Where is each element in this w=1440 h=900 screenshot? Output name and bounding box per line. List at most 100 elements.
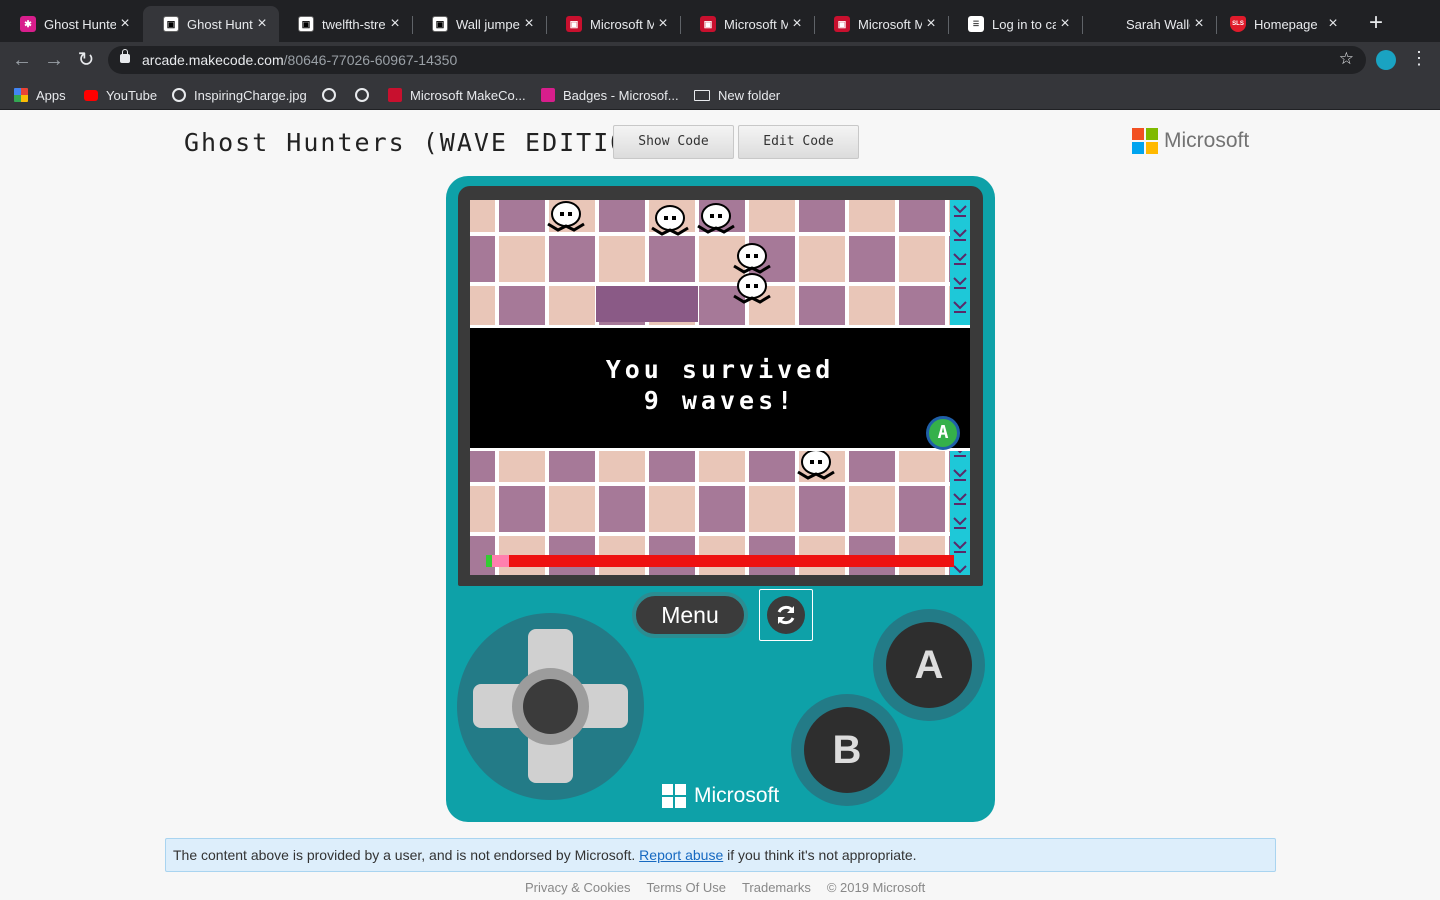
tab-3[interactable]: ▣ twelfth-strea × xyxy=(278,6,412,42)
ghost-sprite xyxy=(733,273,771,304)
trademarks-link[interactable]: Trademarks xyxy=(742,880,811,895)
tab-title: Microsoft Ma xyxy=(724,16,788,32)
tab-1[interactable]: ✱ Ghost Hunte × xyxy=(0,6,142,42)
microsoft-grid-icon xyxy=(1132,128,1158,154)
new-tab-button[interactable]: + xyxy=(1364,11,1388,36)
bookmark-globe-1[interactable] xyxy=(322,86,344,104)
microsoft-wordmark: Microsoft xyxy=(1164,129,1250,152)
globe-icon xyxy=(172,88,186,102)
back-button[interactable]: ← xyxy=(10,48,34,72)
bookmark-globe-2[interactable] xyxy=(355,86,377,104)
bookmark-label: Badges - Microsof... xyxy=(563,87,679,103)
blank-icon xyxy=(1102,16,1118,32)
tab-6[interactable]: ▣ Microsoft Ma × xyxy=(680,6,814,42)
makecode-red-icon: ▣ xyxy=(700,16,716,32)
makecode-icon: ▣ xyxy=(298,16,314,32)
edit-code-button[interactable]: Edit Code xyxy=(738,125,859,159)
tab-title: Wall jumper xyxy=(456,16,520,32)
globe-icon xyxy=(322,88,336,102)
close-icon[interactable]: × xyxy=(253,15,271,33)
profile-avatar[interactable] xyxy=(1376,50,1396,70)
tab-title: Log in to can xyxy=(992,16,1056,32)
youtube-icon xyxy=(84,89,98,101)
bookmarks-bar: Apps YouTube InspiringCharge.jpg Microso… xyxy=(0,78,1440,110)
reload-button[interactable]: ↻ xyxy=(74,48,98,72)
bookmark-apps[interactable]: Apps xyxy=(14,86,66,104)
close-icon[interactable]: × xyxy=(788,15,806,33)
b-button[interactable]: B xyxy=(804,707,890,793)
bookmark-badges[interactable]: Badges - Microsof... xyxy=(541,86,679,104)
bookmark-label: YouTube xyxy=(106,87,158,103)
tab-7[interactable]: ▣ Microsoft Ma × xyxy=(814,6,948,42)
bookmark-inspiringcharge[interactable]: InspiringCharge.jpg xyxy=(172,86,307,104)
show-code-button[interactable]: Show Code xyxy=(613,125,734,159)
url-text[interactable]: arcade.makecode.com/80646-77026-60967-14… xyxy=(142,52,457,68)
tab-title: Ghost Hunte xyxy=(187,16,253,32)
bookmark-new-folder[interactable]: New folder xyxy=(694,86,780,104)
close-icon[interactable]: × xyxy=(922,15,940,33)
makecode-red-icon: ▣ xyxy=(834,16,850,32)
bookmark-label: New folder xyxy=(718,87,781,103)
bookmark-label: InspiringCharge.jpg xyxy=(194,87,307,103)
close-icon[interactable]: × xyxy=(520,15,538,33)
terms-link[interactable]: Terms Of Use xyxy=(646,880,725,895)
close-icon[interactable]: × xyxy=(116,15,134,33)
menu-button[interactable]: Menu xyxy=(632,592,748,638)
canvas-icon: ☰ xyxy=(968,16,984,32)
footer: Privacy & Cookies Terms Of Use Trademark… xyxy=(525,880,925,895)
makecode-red-icon: ▣ xyxy=(566,16,582,32)
message-line-2: 9 waves! xyxy=(643,386,797,415)
privacy-link[interactable]: Privacy & Cookies xyxy=(525,880,630,895)
bookmark-star-icon[interactable]: ☆ xyxy=(1339,49,1354,69)
address-bar[interactable]: arcade.makecode.com/80646-77026-60967-14… xyxy=(108,46,1366,74)
close-icon[interactable]: × xyxy=(654,15,672,33)
game-over-message: You survived 9 waves! xyxy=(470,354,970,416)
globe-icon xyxy=(355,88,369,102)
ghost-sprite xyxy=(697,203,735,234)
folder-icon xyxy=(694,89,710,101)
game-over-dialog: You survived 9 waves! A xyxy=(470,325,970,451)
bookmark-label: Microsoft MakeCo... xyxy=(410,87,526,103)
ghost-sprite xyxy=(651,205,689,236)
page-title: Ghost Hunters (WAVE EDITION) xyxy=(184,128,662,157)
tab-9[interactable]: Sarah Wallet × xyxy=(1082,6,1216,42)
makecode-red-icon xyxy=(388,88,402,102)
tab-8[interactable]: ☰ Log in to can × xyxy=(948,6,1082,42)
close-icon[interactable]: × xyxy=(386,15,404,33)
tab-title: Microsoft Ma xyxy=(858,16,922,32)
tab-title: Microsoft Ma xyxy=(590,16,654,32)
tab-4[interactable]: ▣ Wall jumper × xyxy=(412,6,546,42)
dpad-joystick[interactable] xyxy=(512,668,589,745)
forward-button[interactable]: → xyxy=(42,48,66,72)
tab-5[interactable]: ▣ Microsoft Ma × xyxy=(546,6,680,42)
restart-button[interactable] xyxy=(759,589,813,641)
game-screen[interactable]: You survived 9 waves! A xyxy=(470,200,970,575)
sls-shield-icon: SLS xyxy=(1230,16,1246,32)
tab-2-active[interactable]: ▣ Ghost Hunte × xyxy=(143,6,279,42)
browser-toolbar: ← → ↻ arcade.makecode.com/80646-77026-60… xyxy=(0,42,1440,78)
bookmark-youtube[interactable]: YouTube xyxy=(84,86,157,104)
microsoft-logo[interactable]: Microsoft xyxy=(1132,128,1249,154)
tab-title: Ghost Hunte xyxy=(44,16,116,32)
makecode-pink-icon xyxy=(541,88,555,102)
report-abuse-link[interactable]: Report abuse xyxy=(639,847,723,863)
message-line-1: You survived xyxy=(605,355,835,384)
tab-title: Homepage xyxy=(1254,16,1318,32)
apps-grid-icon xyxy=(14,88,28,102)
tab-strip: ✱ Ghost Hunte × ▣ Ghost Hunte × ▣ twelft… xyxy=(0,0,1440,42)
content-notice: The content above is provided by a user,… xyxy=(165,838,1276,872)
close-icon[interactable]: × xyxy=(1190,15,1208,33)
more-menu-icon[interactable]: ⋮ xyxy=(1410,48,1428,72)
tab-10[interactable]: SLS Homepage × xyxy=(1216,6,1350,42)
microsoft-grid-icon xyxy=(662,784,686,808)
a-button[interactable]: A xyxy=(886,622,972,708)
close-icon[interactable]: × xyxy=(1324,15,1342,33)
console-microsoft-logo: Microsoft xyxy=(662,784,779,808)
health-bar-edge xyxy=(486,555,492,567)
tab-title: twelfth-strea xyxy=(322,16,386,32)
bookmark-makecode[interactable]: Microsoft MakeCo... xyxy=(388,86,526,104)
url-path: /80646-77026-60967-14350 xyxy=(283,52,458,68)
screen-bezel: You survived 9 waves! A xyxy=(458,186,983,586)
close-icon[interactable]: × xyxy=(1056,15,1074,33)
health-bar xyxy=(486,555,954,567)
